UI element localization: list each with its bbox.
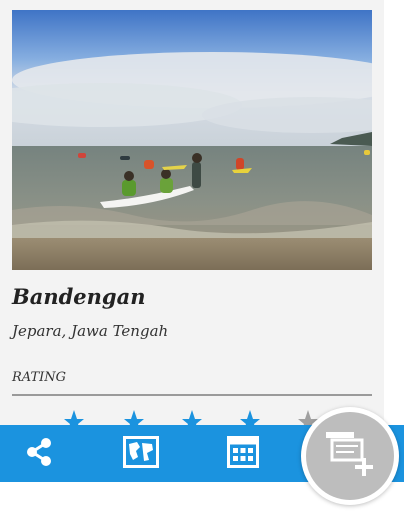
rating-label: RATING [12,370,67,385]
share-button[interactable] [10,425,67,482]
add-note-icon [324,430,376,482]
grid-button[interactable] [214,425,271,482]
share-icon [24,437,54,471]
place-card[interactable]: Bandengan Jepara, Jawa Tengah RATING [0,0,384,430]
place-name: Bandengan [12,284,146,309]
add-note-button[interactable] [306,412,394,500]
place-location: Jepara, Jawa Tengah [12,322,169,340]
map-button[interactable] [112,425,169,482]
grid-icon [226,435,259,472]
rating-divider [12,394,372,396]
map-icon [122,435,159,472]
place-photo[interactable] [12,10,372,270]
